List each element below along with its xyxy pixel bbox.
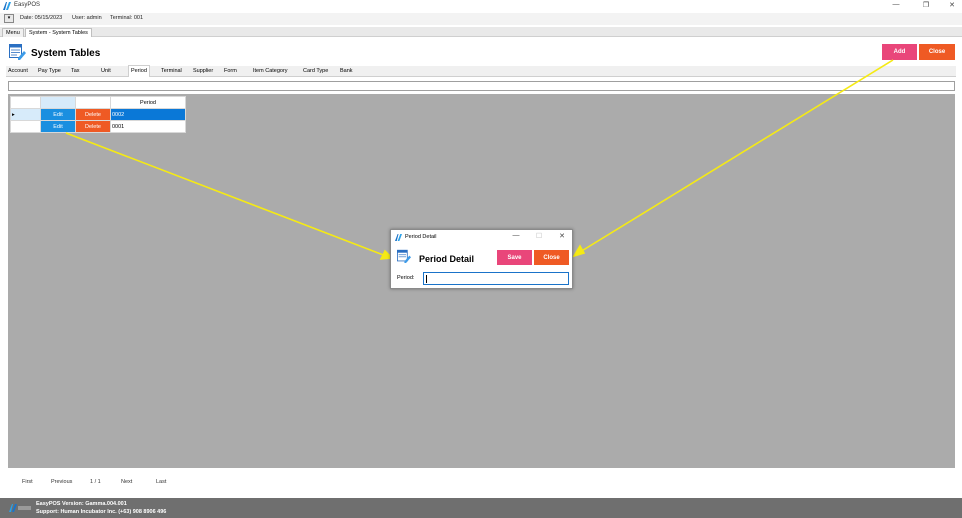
dialog-window-close-button[interactable]: ✕ bbox=[557, 232, 567, 240]
maximize-button[interactable]: ❐ bbox=[920, 1, 932, 9]
title-bar: EasyPOS — ❐ ✕ bbox=[0, 0, 962, 12]
window-close-button[interactable]: ✕ bbox=[946, 1, 958, 9]
delete-button[interactable]: Delete bbox=[75, 120, 111, 133]
easypos-logo-icon bbox=[395, 234, 402, 241]
period-column-header: Period bbox=[110, 96, 186, 109]
dialog-minimize-button[interactable]: — bbox=[511, 232, 521, 239]
user-label: User: admin bbox=[72, 15, 102, 21]
row-selector-icon[interactable]: ▸ bbox=[10, 108, 41, 121]
dialog-heading: Period Detail bbox=[419, 254, 475, 264]
support-label: Support: Human Incubator Inc. (+63) 908 … bbox=[36, 509, 167, 515]
add-button[interactable]: Add bbox=[882, 44, 917, 60]
tab-pay-type[interactable]: Pay Type bbox=[36, 66, 63, 77]
document-tabs: Menu System - System Tables bbox=[0, 27, 962, 37]
easypos-logo-icon bbox=[3, 2, 11, 10]
period-input[interactable] bbox=[423, 272, 569, 285]
page-indicator: 1 / 1 bbox=[90, 479, 101, 485]
period-table: Period ▸ Edit Delete 0002 Edit Delete 00… bbox=[10, 96, 186, 133]
app-title: EasyPOS bbox=[14, 2, 41, 8]
terminal-label: Terminal: 001 bbox=[110, 15, 144, 21]
row-header-cell bbox=[10, 96, 41, 109]
tab-period[interactable]: Period bbox=[128, 65, 150, 77]
dialog-close-button[interactable]: Close bbox=[534, 250, 569, 265]
doc-tab-system-tables[interactable]: System - System Tables bbox=[25, 28, 92, 37]
delete-button[interactable]: Delete bbox=[75, 108, 111, 121]
status-bar: EasyPOS Version: Gamma.004.001 Support: … bbox=[0, 498, 962, 518]
dialog-title: Period Detail bbox=[405, 234, 437, 240]
tab-card-type[interactable]: Card Type bbox=[301, 66, 330, 77]
next-page-button[interactable]: Next bbox=[121, 479, 132, 485]
tab-terminal[interactable]: Terminal bbox=[159, 66, 184, 77]
menu-toggle-button[interactable]: ▾ bbox=[4, 14, 14, 23]
table-header-row: Period bbox=[10, 96, 186, 109]
text-caret bbox=[426, 275, 427, 283]
dialog-maximize-button[interactable]: ☐ bbox=[534, 232, 544, 240]
delete-column-header bbox=[75, 96, 111, 109]
doc-tab-menu[interactable]: Menu bbox=[2, 28, 24, 37]
minimize-button[interactable]: — bbox=[890, 1, 902, 8]
period-detail-dialog: Period Detail — ☐ ✕ Period Detail Save C… bbox=[390, 229, 573, 289]
table-row[interactable]: Edit Delete 0001 bbox=[10, 120, 186, 133]
page-header: System Tables Add Close bbox=[0, 38, 962, 65]
period-field-label: Period: bbox=[397, 275, 415, 281]
page-title: System Tables bbox=[31, 48, 101, 59]
category-tabs: Account Pay Type Tax Unit Period Termina… bbox=[6, 65, 956, 77]
tab-form[interactable]: Form bbox=[222, 66, 239, 77]
tab-bank[interactable]: Bank bbox=[338, 66, 355, 77]
tab-account[interactable]: Account bbox=[6, 66, 30, 77]
first-page-button[interactable]: First bbox=[22, 479, 33, 485]
previous-page-button[interactable]: Previous bbox=[51, 479, 72, 485]
tab-supplier[interactable]: Supplier bbox=[191, 66, 215, 77]
search-input[interactable] bbox=[8, 81, 955, 91]
edit-button[interactable]: Edit bbox=[40, 120, 76, 133]
period-cell[interactable]: 0002 bbox=[110, 108, 186, 121]
row-selector[interactable] bbox=[10, 120, 41, 133]
period-cell[interactable]: 0001 bbox=[110, 120, 186, 133]
company-logo-icon bbox=[9, 504, 31, 512]
tab-item-category[interactable]: Item Category bbox=[251, 66, 290, 77]
close-button[interactable]: Close bbox=[919, 44, 955, 60]
info-bar: ▾ Date: 05/15/2023 User: admin Terminal:… bbox=[0, 13, 962, 25]
version-label: EasyPOS Version: Gamma.004.001 bbox=[36, 501, 127, 507]
last-page-button[interactable]: Last bbox=[156, 479, 166, 485]
table-row[interactable]: ▸ Edit Delete 0002 bbox=[10, 108, 186, 121]
edit-button[interactable]: Edit bbox=[40, 108, 76, 121]
save-button[interactable]: Save bbox=[497, 250, 532, 265]
edit-column-header bbox=[40, 96, 76, 109]
table-edit-icon bbox=[9, 44, 26, 60]
tab-tax[interactable]: Tax bbox=[69, 66, 82, 77]
pager: First Previous 1 / 1 Next Last bbox=[8, 470, 955, 494]
table-edit-icon bbox=[397, 249, 411, 263]
date-label: Date: 05/15/2023 bbox=[20, 15, 63, 21]
tab-unit[interactable]: Unit bbox=[99, 66, 113, 77]
